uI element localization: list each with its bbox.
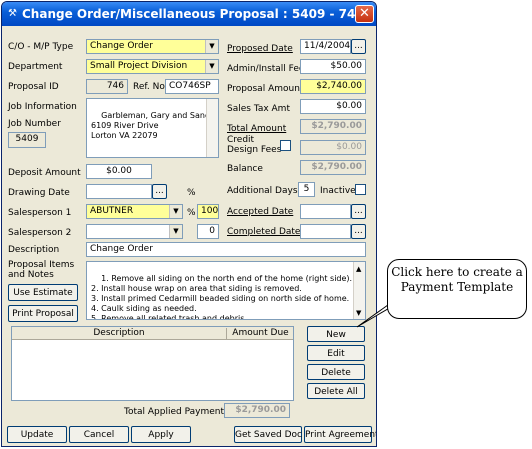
credit-fees-field: $0.00 (300, 140, 366, 155)
deposit-input[interactable]: $0.00 (86, 164, 152, 179)
completed-date-input[interactable] (300, 224, 351, 239)
completed-date-picker-button[interactable]: ... (351, 224, 366, 239)
sales-tax-input[interactable]: $0.00 (300, 99, 366, 114)
proposed-date-input[interactable]: 11/4/2004 (300, 39, 351, 54)
chevron-down-icon[interactable]: ▼ (205, 40, 218, 53)
payments-grid[interactable]: Description Amount Due (11, 326, 294, 401)
payments-grid-header: Description Amount Due (12, 327, 293, 340)
deposit-label: Deposit Amount (8, 168, 81, 178)
proposal-id-label: Proposal ID (8, 82, 59, 92)
proposed-date-picker-button[interactable]: ... (351, 39, 366, 54)
apply-button[interactable]: Apply (131, 426, 191, 443)
co-type-select[interactable]: Change Order ▼ (86, 39, 219, 54)
total-applied-field: $2,790.00 (224, 403, 290, 418)
window-title: Change Order/Miscellaneous Proposal : 54… (22, 7, 364, 21)
credit-fees-checkbox[interactable] (280, 140, 291, 151)
salesperson1-label: Salesperson 1 (8, 208, 72, 218)
edit-payment-button[interactable]: Edit (307, 345, 365, 361)
job-info-label: Job Information (8, 102, 77, 112)
job-number-field: 5409 (8, 132, 46, 148)
cancel-button[interactable]: Cancel (69, 426, 129, 443)
inactive-checkbox[interactable] (355, 184, 366, 195)
credit-fees-label: Credit Design Fees (227, 135, 282, 155)
chevron-down-icon[interactable]: ▼ (169, 205, 182, 218)
salesperson2-pct-input[interactable]: 0 (197, 224, 219, 239)
app-icon: ⚒ (8, 8, 17, 19)
proposal-id-field: 746 (86, 79, 128, 94)
percent-label: % (187, 188, 196, 198)
department-label: Department (8, 62, 63, 72)
col-amount-due-header[interactable]: Amount Due (228, 328, 293, 339)
job-number-label: Job Number (8, 119, 61, 129)
proposed-date-label: Proposed Date (227, 44, 293, 54)
admin-fee-input[interactable]: $50.00 (300, 59, 366, 74)
co-type-label: C/O - M/P Type (8, 42, 74, 52)
salesperson1-value: ABUTNER (90, 206, 134, 216)
total-amount-field: $2,790.00 (300, 119, 366, 134)
drawing-date-label: Drawing Date (8, 188, 70, 198)
chevron-down-icon[interactable]: ▼ (205, 60, 218, 73)
proposal-amount-label: Proposal Amount (227, 84, 304, 94)
drawing-date-input[interactable] (86, 184, 152, 199)
salesperson1-select[interactable]: ABUTNER ▼ (86, 204, 183, 219)
chevron-down-icon[interactable]: ▼ (169, 225, 182, 238)
callout-bubble: Click here to create a Payment Template (387, 259, 527, 319)
print-proposal-button[interactable]: Print Proposal (8, 305, 78, 322)
proposal-window: ⚒ Change Order/Miscellaneous Proposal : … (1, 1, 377, 447)
title-bar[interactable]: ⚒ Change Order/Miscellaneous Proposal : … (2, 2, 376, 26)
percent-label: % (187, 208, 196, 218)
balance-label: Balance (227, 164, 263, 174)
accepted-date-picker-button[interactable]: ... (351, 204, 366, 219)
use-estimate-button[interactable]: Use Estimate (8, 284, 78, 301)
salesperson1-pct-input[interactable]: 100 (197, 204, 219, 219)
description-label: Description (8, 245, 60, 255)
salesperson2-select[interactable]: ▼ (86, 224, 183, 239)
description-input[interactable]: Change Order (86, 242, 366, 257)
proposal-items-label: Proposal Items and Notes (8, 260, 75, 280)
print-agreement-button[interactable]: Print Agreement (304, 426, 376, 443)
update-button[interactable]: Update (7, 426, 67, 443)
total-applied-label: Total Applied Payments (124, 407, 229, 417)
accepted-date-label: Accepted Date (227, 207, 294, 217)
col-description-header[interactable]: Description (12, 328, 227, 339)
additional-days-input[interactable]: 5 (298, 182, 315, 197)
ref-no-input[interactable]: CO746SP (165, 79, 219, 94)
admin-fee-label: Admin/Install Fee (227, 64, 305, 74)
get-saved-doc-button[interactable]: Get Saved Doc (234, 426, 302, 443)
ref-no-label: Ref. No. (133, 82, 168, 92)
job-info-text: Garbleman, Gary and Sandy 6109 River Dri… (91, 111, 215, 140)
callout-text: Click here to create a Payment Template (391, 265, 523, 294)
delete-all-payments-button[interactable]: Delete All (307, 383, 365, 399)
proposal-items-text: 1. Remove all siding on the north end of… (91, 274, 353, 320)
co-type-value: Change Order (90, 41, 153, 51)
additional-days-label: Additional Days (227, 186, 298, 196)
total-amount-label: Total Amount (227, 124, 287, 134)
department-value: Small Project Division (90, 61, 188, 71)
delete-payment-button[interactable]: Delete (307, 364, 365, 380)
job-info-scrollbar[interactable] (206, 99, 218, 157)
proposal-items-textarea[interactable]: 1. Remove all siding on the north end of… (86, 261, 366, 320)
completed-date-label: Completed Date (227, 227, 301, 237)
drawing-date-picker-button[interactable]: ... (152, 184, 167, 199)
salesperson2-label: Salesperson 2 (8, 228, 72, 238)
inactive-label: Inactive (320, 186, 356, 196)
proposal-amount-input[interactable]: $2,740.00 (300, 79, 366, 94)
close-button[interactable]: ✕ (355, 5, 374, 23)
sales-tax-label: Sales Tax Amt (227, 104, 290, 114)
accepted-date-input[interactable] (300, 204, 351, 219)
job-info-textarea[interactable]: Garbleman, Gary and Sandy 6109 River Dri… (86, 98, 219, 158)
scroll-up-icon[interactable]: ▲ (356, 264, 361, 274)
department-select[interactable]: Small Project Division ▼ (86, 59, 219, 74)
balance-field: $2,790.00 (300, 160, 366, 175)
